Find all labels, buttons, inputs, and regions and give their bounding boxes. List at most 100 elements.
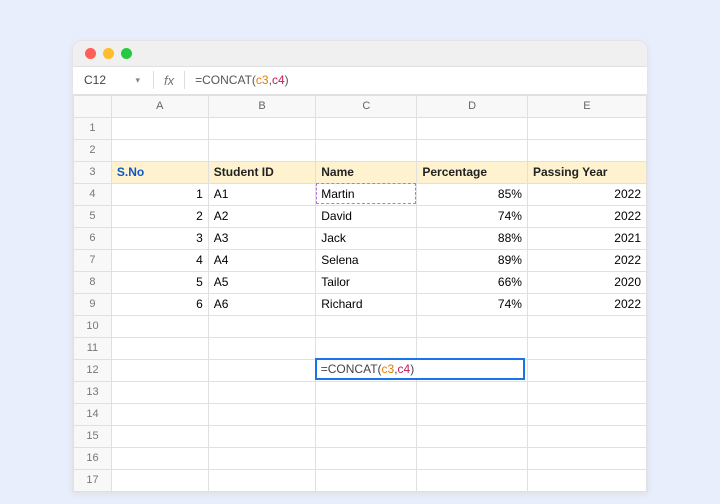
chevron-down-icon[interactable]: ▾ [135,75,140,86]
cell[interactable]: Tailor [316,271,417,293]
cell[interactable] [527,117,646,139]
cell[interactable] [527,425,646,447]
row-header[interactable]: 18 [74,491,112,492]
cell[interactable]: 88% [417,227,528,249]
cell[interactable] [417,403,528,425]
cell[interactable] [208,447,315,469]
row-header[interactable]: 4 [74,183,112,205]
minimize-icon[interactable] [103,48,114,59]
cell[interactable]: A2 [208,205,315,227]
cell[interactable]: David [316,205,417,227]
cell[interactable] [111,469,208,491]
cell[interactable] [208,381,315,403]
cell[interactable] [417,315,528,337]
cell[interactable] [527,403,646,425]
cell[interactable] [316,139,417,161]
cell[interactable]: 5 [111,271,208,293]
cell[interactable] [417,381,528,403]
cell[interactable]: 3 [111,227,208,249]
cell[interactable] [208,469,315,491]
cell[interactable] [208,403,315,425]
cell[interactable]: 2022 [527,293,646,315]
row-header[interactable]: 9 [74,293,112,315]
cell[interactable] [316,117,417,139]
cell[interactable] [417,117,528,139]
cell[interactable]: 74% [417,205,528,227]
formula-bar[interactable]: =CONCAT(c3,c4) [191,73,293,87]
cell[interactable] [417,491,528,492]
cell[interactable]: 1 [111,183,208,205]
cell[interactable] [417,337,528,359]
cell[interactable] [417,359,528,381]
cell[interactable] [111,425,208,447]
cell[interactable] [208,315,315,337]
cell[interactable] [527,337,646,359]
row-header[interactable]: 3 [74,161,112,183]
cell[interactable]: S.No [111,161,208,183]
cell[interactable] [111,403,208,425]
col-header-D[interactable]: D [417,95,528,117]
cell[interactable]: 2022 [527,205,646,227]
cell[interactable] [111,337,208,359]
row-header[interactable]: 13 [74,381,112,403]
cell[interactable]: A4 [208,249,315,271]
cell[interactable]: 6 [111,293,208,315]
fx-icon[interactable]: fx [160,73,178,88]
cell[interactable]: Selena [316,249,417,271]
cell[interactable] [111,447,208,469]
col-header-E[interactable]: E [527,95,646,117]
row-header[interactable]: 8 [74,271,112,293]
cell[interactable]: Passing Year [527,161,646,183]
cell[interactable] [316,447,417,469]
row-header[interactable]: 6 [74,227,112,249]
select-all-corner[interactable] [74,95,112,117]
cell[interactable] [111,117,208,139]
row-header[interactable]: 11 [74,337,112,359]
cell[interactable]: 85% [417,183,528,205]
cell[interactable] [208,359,315,381]
cell[interactable]: A5 [208,271,315,293]
cell[interactable] [527,469,646,491]
row-header[interactable]: 10 [74,315,112,337]
row-header[interactable]: 16 [74,447,112,469]
cell[interactable] [208,337,315,359]
cell[interactable] [208,491,315,492]
cell[interactable]: Jack [316,227,417,249]
cell[interactable] [527,447,646,469]
maximize-icon[interactable] [121,48,132,59]
cell[interactable]: 2 [111,205,208,227]
cell[interactable]: Student ID [208,161,315,183]
cell[interactable] [417,447,528,469]
cell[interactable] [417,469,528,491]
row-header[interactable]: 12 [74,359,112,381]
cell[interactable]: 2021 [527,227,646,249]
cell[interactable] [316,403,417,425]
cell[interactable]: Richard [316,293,417,315]
cell[interactable] [316,469,417,491]
cell[interactable]: 2022 [527,183,646,205]
cell[interactable] [111,315,208,337]
cell[interactable]: A3 [208,227,315,249]
cell[interactable] [111,139,208,161]
cell[interactable]: Percentage [417,161,528,183]
cell[interactable]: 66% [417,271,528,293]
row-header[interactable]: 7 [74,249,112,271]
cell[interactable]: 4 [111,249,208,271]
close-icon[interactable] [85,48,96,59]
row-header[interactable]: 5 [74,205,112,227]
row-header[interactable]: 1 [74,117,112,139]
cell[interactable] [316,359,417,381]
cell[interactable] [527,491,646,492]
cell[interactable] [316,425,417,447]
cell[interactable]: A6 [208,293,315,315]
cell[interactable] [527,359,646,381]
cell[interactable]: 2020 [527,271,646,293]
cell[interactable] [111,359,208,381]
col-header-B[interactable]: B [208,95,315,117]
cell[interactable]: A1 [208,183,315,205]
cell[interactable]: Martin [316,183,417,205]
name-box[interactable]: C12 ▾ [77,69,147,91]
row-header[interactable]: 17 [74,469,112,491]
cell[interactable] [417,425,528,447]
cell[interactable] [316,315,417,337]
